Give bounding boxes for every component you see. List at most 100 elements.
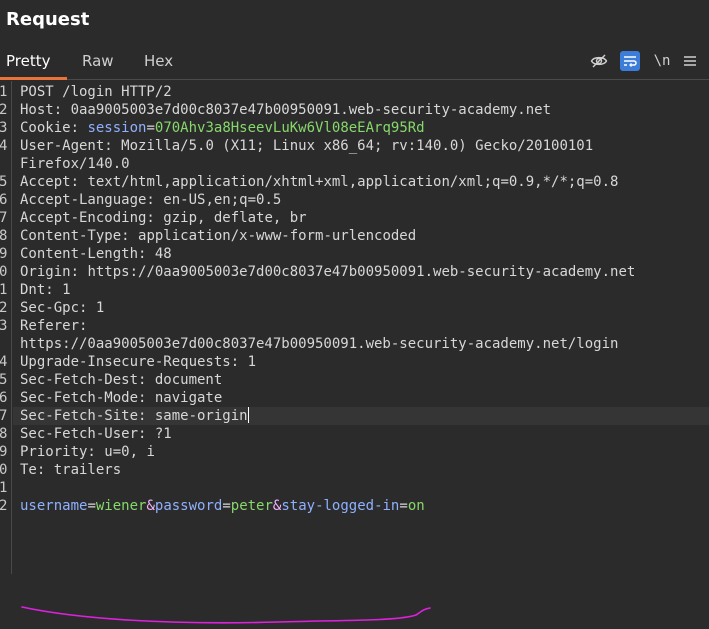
editor-line: Referer: [20, 317, 96, 335]
header-name: Cookie: [20, 120, 88, 136]
header-name: Content-Length: [20, 246, 155, 262]
header-name: Upgrade-Insecure-Requests: [20, 354, 248, 370]
editor-line: Dnt: 1 [20, 281, 71, 299]
param-separator: & [146, 498, 155, 514]
param-key: username [20, 498, 88, 514]
param-equals: = [87, 498, 96, 514]
header-name: Priority: [20, 444, 105, 460]
header-value: same-origin [154, 408, 248, 424]
header-name: Origin: [20, 264, 88, 280]
header-value: navigate [154, 390, 223, 406]
line-number [0, 335, 11, 353]
cookie-name: session [87, 120, 147, 136]
editor-line: POST /login HTTP/2 [20, 83, 172, 101]
line-number: 9 [0, 246, 8, 262]
line-number: 5 [0, 174, 8, 190]
editor-line: username=wiener&password=peter&stay-logg… [20, 497, 425, 515]
line-number: 1 [0, 282, 8, 298]
panel-header: Request [0, 0, 709, 42]
param-value: on [407, 498, 425, 514]
editor-line: Accept-Language: en-US,en;q=0.5 [20, 191, 281, 209]
line-number: 6 [0, 192, 8, 208]
param-value: wiener [95, 498, 147, 514]
header-value: text/html,application/xhtml+xml,applicat… [87, 174, 619, 190]
eye-off-icon-svg [590, 54, 608, 68]
wrap-icon[interactable] [620, 51, 640, 71]
param-key: stay-logged-in [281, 498, 400, 514]
header-name: Referer: [20, 318, 96, 334]
annotation-underline [21, 606, 431, 624]
param-equals: = [399, 498, 408, 514]
line-number: 9 [0, 444, 8, 460]
line-number: 2 [0, 300, 8, 316]
editor-line: Sec-Fetch-User: ?1 [20, 425, 172, 443]
param-key: password [154, 498, 223, 514]
editor-line: Sec-Fetch-Mode: navigate [20, 389, 222, 407]
editor-line: User-Agent: Mozilla/5.0 (X11; Linux x86_… [20, 137, 593, 155]
line-number: 7 [0, 210, 8, 226]
header-name: Host: [20, 102, 71, 118]
cookie-equals: = [146, 120, 155, 136]
menu-icon-svg [684, 56, 696, 66]
line-number: 5 [0, 372, 8, 388]
editor-line: Upgrade-Insecure-Requests: 1 [20, 353, 256, 371]
line-number: 3 [0, 120, 8, 136]
editor-line: Cookie: session=070Ahv3a8HseevLuKw6Vl08e… [20, 119, 425, 137]
tab-hex[interactable]: Hex [144, 42, 173, 80]
header-name: Accept-Language: [20, 192, 164, 208]
line-number: 6 [0, 390, 8, 406]
editor-line: Firefox/140.0 [20, 155, 130, 173]
param-value: peter [230, 498, 273, 514]
header-name: Accept-Encoding: [20, 210, 164, 226]
editor-line: Sec-Gpc: 1 [20, 299, 104, 317]
header-value: 1 [95, 300, 105, 316]
editor-line: Content-Type: application/x-www-form-url… [20, 227, 416, 245]
tab-raw[interactable]: Raw [82, 42, 114, 80]
newline-icon[interactable]: \n [652, 51, 672, 71]
tab-pretty[interactable]: Pretty [0, 42, 67, 80]
header-name: Sec-Fetch-User: [20, 426, 155, 442]
line-number: 3 [0, 318, 8, 334]
editor-line: https://0aa9005003e7d00c8037e47b00950091… [20, 335, 618, 353]
header-value: 1 [247, 354, 257, 370]
header-name: Content-Type: [20, 228, 139, 244]
editor-line: Accept-Encoding: gzip, deflate, br [20, 209, 307, 227]
header-value: ?1 [154, 426, 172, 442]
header-value: u=0, i [104, 444, 155, 460]
line-number: 4 [0, 138, 8, 154]
line-number: 7 [0, 408, 8, 424]
header-value: en-US,en;q=0.5 [163, 192, 282, 208]
line-text: POST /login HTTP/2 [20, 84, 172, 100]
editor-line: Priority: u=0, i [20, 443, 155, 461]
header-name: Sec-Fetch-Dest: [20, 372, 155, 388]
line-number-gutter: 1 2 3 4 5 6 7 8 9 0 1 2 3 4 5 6 7 8 9 0 1 2 [0, 81, 12, 574]
header-name: Sec-Fetch-Site: [20, 408, 155, 424]
header-value: Mozilla/5.0 (X11; Linux x86_64; rv:140.0… [121, 138, 594, 154]
eye-off-icon[interactable] [589, 51, 609, 71]
header-value: gzip, deflate, br [163, 210, 307, 226]
menu-icon[interactable] [680, 51, 700, 71]
line-text: https://0aa9005003e7d00c8037e47b00950091… [20, 336, 619, 352]
request-editor[interactable]: 1 2 3 4 5 6 7 8 9 0 1 2 3 4 5 6 7 8 9 0 1 2 POST /login HTTP/… [0, 81, 709, 624]
line-number: 0 [0, 264, 8, 280]
editor-line: Accept: text/html,application/xhtml+xml,… [20, 173, 618, 191]
line-number: 1 [0, 480, 8, 496]
line-number: 4 [0, 354, 8, 370]
cookie-value: 070Ahv3a8HseevLuKw6Vl08eEArq95Rd [154, 120, 425, 136]
param-equals: = [222, 498, 231, 514]
line-number: 2 [0, 498, 8, 514]
line-number [0, 155, 11, 173]
editor-line: Te: trailers [20, 461, 121, 479]
text-cursor [247, 407, 249, 423]
editor-line: Origin: https://0aa9005003e7d00c8037e47b… [20, 263, 635, 281]
header-name: User-Agent: [20, 138, 122, 154]
header-value: document [154, 372, 223, 388]
line-number: 8 [0, 228, 8, 244]
editor-line: Content-Length: 48 [20, 245, 172, 263]
line-text: Firefox/140.0 [20, 156, 130, 172]
header-value: 0aa9005003e7d00c8037e47b00950091.web-sec… [70, 102, 552, 118]
header-value: 48 [154, 246, 172, 262]
header-value: trailers [53, 462, 122, 478]
line-number: 8 [0, 426, 8, 442]
line-number: 0 [0, 462, 8, 478]
